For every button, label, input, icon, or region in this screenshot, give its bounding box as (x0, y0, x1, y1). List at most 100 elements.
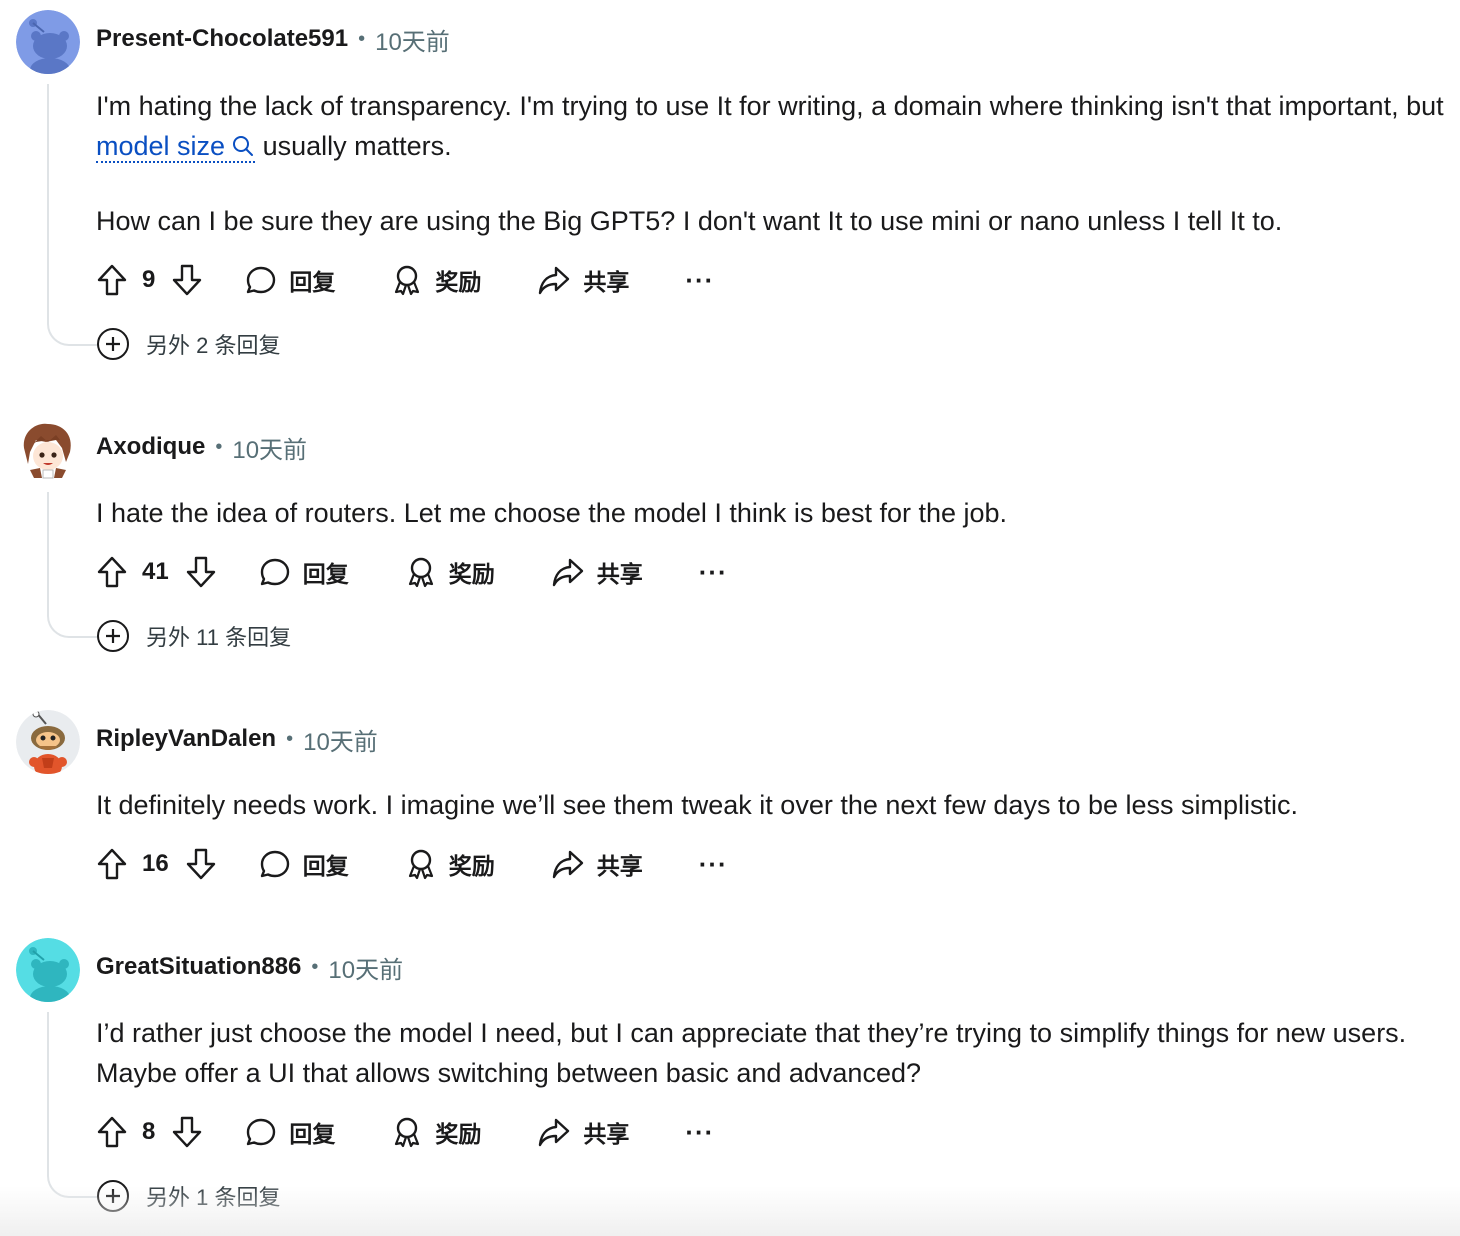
more-replies-label: 另外 11 条回复 (146, 625, 292, 650)
thread-line[interactable] (47, 492, 49, 616)
share-button[interactable]: 共享 (537, 1115, 629, 1149)
thread-line[interactable] (47, 84, 49, 324)
more-options-button[interactable]: ··· (685, 1117, 714, 1148)
share-label: 共享 (596, 853, 643, 879)
avatar[interactable] (16, 710, 80, 774)
vote-count: 8 (142, 1118, 156, 1145)
vote-count: 16 (142, 850, 169, 877)
more-replies-label: 另外 1 条回复 (146, 1185, 281, 1210)
share-icon (537, 1116, 571, 1148)
reply-label: 回复 (302, 853, 349, 879)
share-icon (537, 264, 571, 296)
more-replies-button[interactable]: 另外 2 条回复 (96, 326, 280, 362)
share-button[interactable]: 共享 (551, 555, 643, 589)
award-label: 奖励 (435, 269, 482, 295)
upvote-icon[interactable] (96, 1115, 128, 1149)
search-icon (233, 136, 254, 156)
username[interactable]: GreatSituation886 (96, 953, 301, 981)
more-options-button[interactable]: ··· (685, 265, 714, 296)
share-label: 共享 (596, 561, 643, 587)
timestamp[interactable]: 10天前 (328, 950, 403, 985)
comment-paragraph: I hate the idea of routers. Let me choos… (96, 498, 1008, 528)
comment-body: It definitely needs work. I imagine we’l… (96, 785, 1446, 825)
comment-header: RipleyVanDalen • 10天前 (96, 722, 378, 757)
reply-label: 回复 (289, 269, 336, 295)
separator-dot: • (286, 727, 294, 750)
reply-label: 回复 (289, 1121, 336, 1147)
vote-count: 9 (142, 266, 156, 293)
snoo-avatar-icon (16, 10, 80, 74)
reply-label: 回复 (302, 561, 349, 587)
snoo-avatar-icon (16, 938, 80, 1002)
award-button[interactable]: 奖励 (391, 263, 481, 297)
reply-button[interactable]: 回复 (259, 847, 349, 881)
award-icon (405, 556, 437, 588)
avatar[interactable] (16, 10, 80, 74)
comment-bubble-icon (245, 264, 277, 296)
thread-branch (47, 322, 99, 346)
reply-button[interactable]: 回复 (259, 555, 349, 589)
more-replies-button[interactable]: 另外 11 条回复 (96, 618, 291, 654)
comment-header: Present-Chocolate591 • 10天前 (96, 22, 450, 57)
search-keyword-link[interactable]: model size (96, 131, 256, 163)
plus-circle-icon (96, 619, 130, 653)
share-label: 共享 (583, 1121, 630, 1147)
award-button[interactable]: 奖励 (405, 847, 495, 881)
comment-paragraph: It definitely needs work. I imagine we’l… (96, 790, 1299, 820)
timestamp[interactable]: 10天前 (375, 22, 450, 57)
username[interactable]: Axodique (96, 433, 205, 461)
downvote-icon[interactable] (185, 847, 217, 881)
share-icon (551, 848, 585, 880)
upvote-icon[interactable] (96, 555, 128, 589)
award-icon (405, 848, 437, 880)
upvote-icon[interactable] (96, 263, 128, 297)
separator-dot: • (311, 955, 319, 978)
thread-branch (47, 614, 99, 638)
upvote-icon[interactable] (96, 847, 128, 881)
downvote-icon[interactable] (171, 1115, 203, 1149)
more-replies-button[interactable]: 另外 1 条回复 (96, 1178, 280, 1214)
reply-button[interactable]: 回复 (245, 263, 335, 297)
share-button[interactable]: 共享 (551, 847, 643, 881)
comment-bubble-icon (245, 1116, 277, 1148)
avatar[interactable] (16, 418, 80, 482)
share-icon (551, 556, 585, 588)
comment-actions: 16 回复 奖励 共享 ··· (96, 844, 728, 884)
plus-circle-icon (96, 327, 130, 361)
comment-header: Axodique • 10天前 (96, 430, 307, 465)
more-options-button[interactable]: ··· (699, 557, 728, 588)
award-icon (391, 264, 423, 296)
award-button[interactable]: 奖励 (391, 1115, 481, 1149)
comment-actions: 41 回复 奖励 共享 ··· (96, 552, 728, 592)
downvote-icon[interactable] (171, 263, 203, 297)
plus-circle-icon (96, 1179, 130, 1213)
award-label: 奖励 (448, 561, 495, 587)
share-label: 共享 (583, 269, 630, 295)
award-button[interactable]: 奖励 (405, 555, 495, 589)
username[interactable]: RipleyVanDalen (96, 725, 276, 753)
separator-dot: • (358, 27, 366, 50)
thread-line[interactable] (47, 1012, 49, 1176)
comment-paragraph: I’d rather just choose the model I need,… (96, 1018, 1407, 1088)
avatar[interactable] (16, 938, 80, 1002)
timestamp[interactable]: 10天前 (232, 430, 307, 465)
more-replies-label: 另外 2 条回复 (146, 333, 281, 358)
comment-body: I’d rather just choose the model I need,… (96, 1013, 1446, 1093)
award-label: 奖励 (435, 1121, 482, 1147)
timestamp[interactable]: 10天前 (303, 722, 378, 757)
comment-paragraph: How can I be sure they are using the Big… (96, 206, 1283, 236)
comment-actions: 8 回复 奖励 共享 ··· (96, 1112, 714, 1152)
reply-button[interactable]: 回复 (245, 1115, 335, 1149)
comment-actions: 9 回复 奖励 共享 ··· (96, 260, 714, 300)
award-label: 奖励 (448, 853, 495, 879)
comment-paragraph: I'm hating the lack of transparency. I'm… (96, 86, 1446, 166)
comment-bubble-icon (259, 556, 291, 588)
separator-dot: • (215, 435, 223, 458)
share-button[interactable]: 共享 (537, 263, 629, 297)
username[interactable]: Present-Chocolate591 (96, 25, 348, 53)
downvote-icon[interactable] (185, 555, 217, 589)
comment-bubble-icon (259, 848, 291, 880)
more-options-button[interactable]: ··· (699, 849, 728, 880)
thread-branch (47, 1174, 99, 1198)
snoo-costume-avatar-icon (16, 710, 80, 774)
